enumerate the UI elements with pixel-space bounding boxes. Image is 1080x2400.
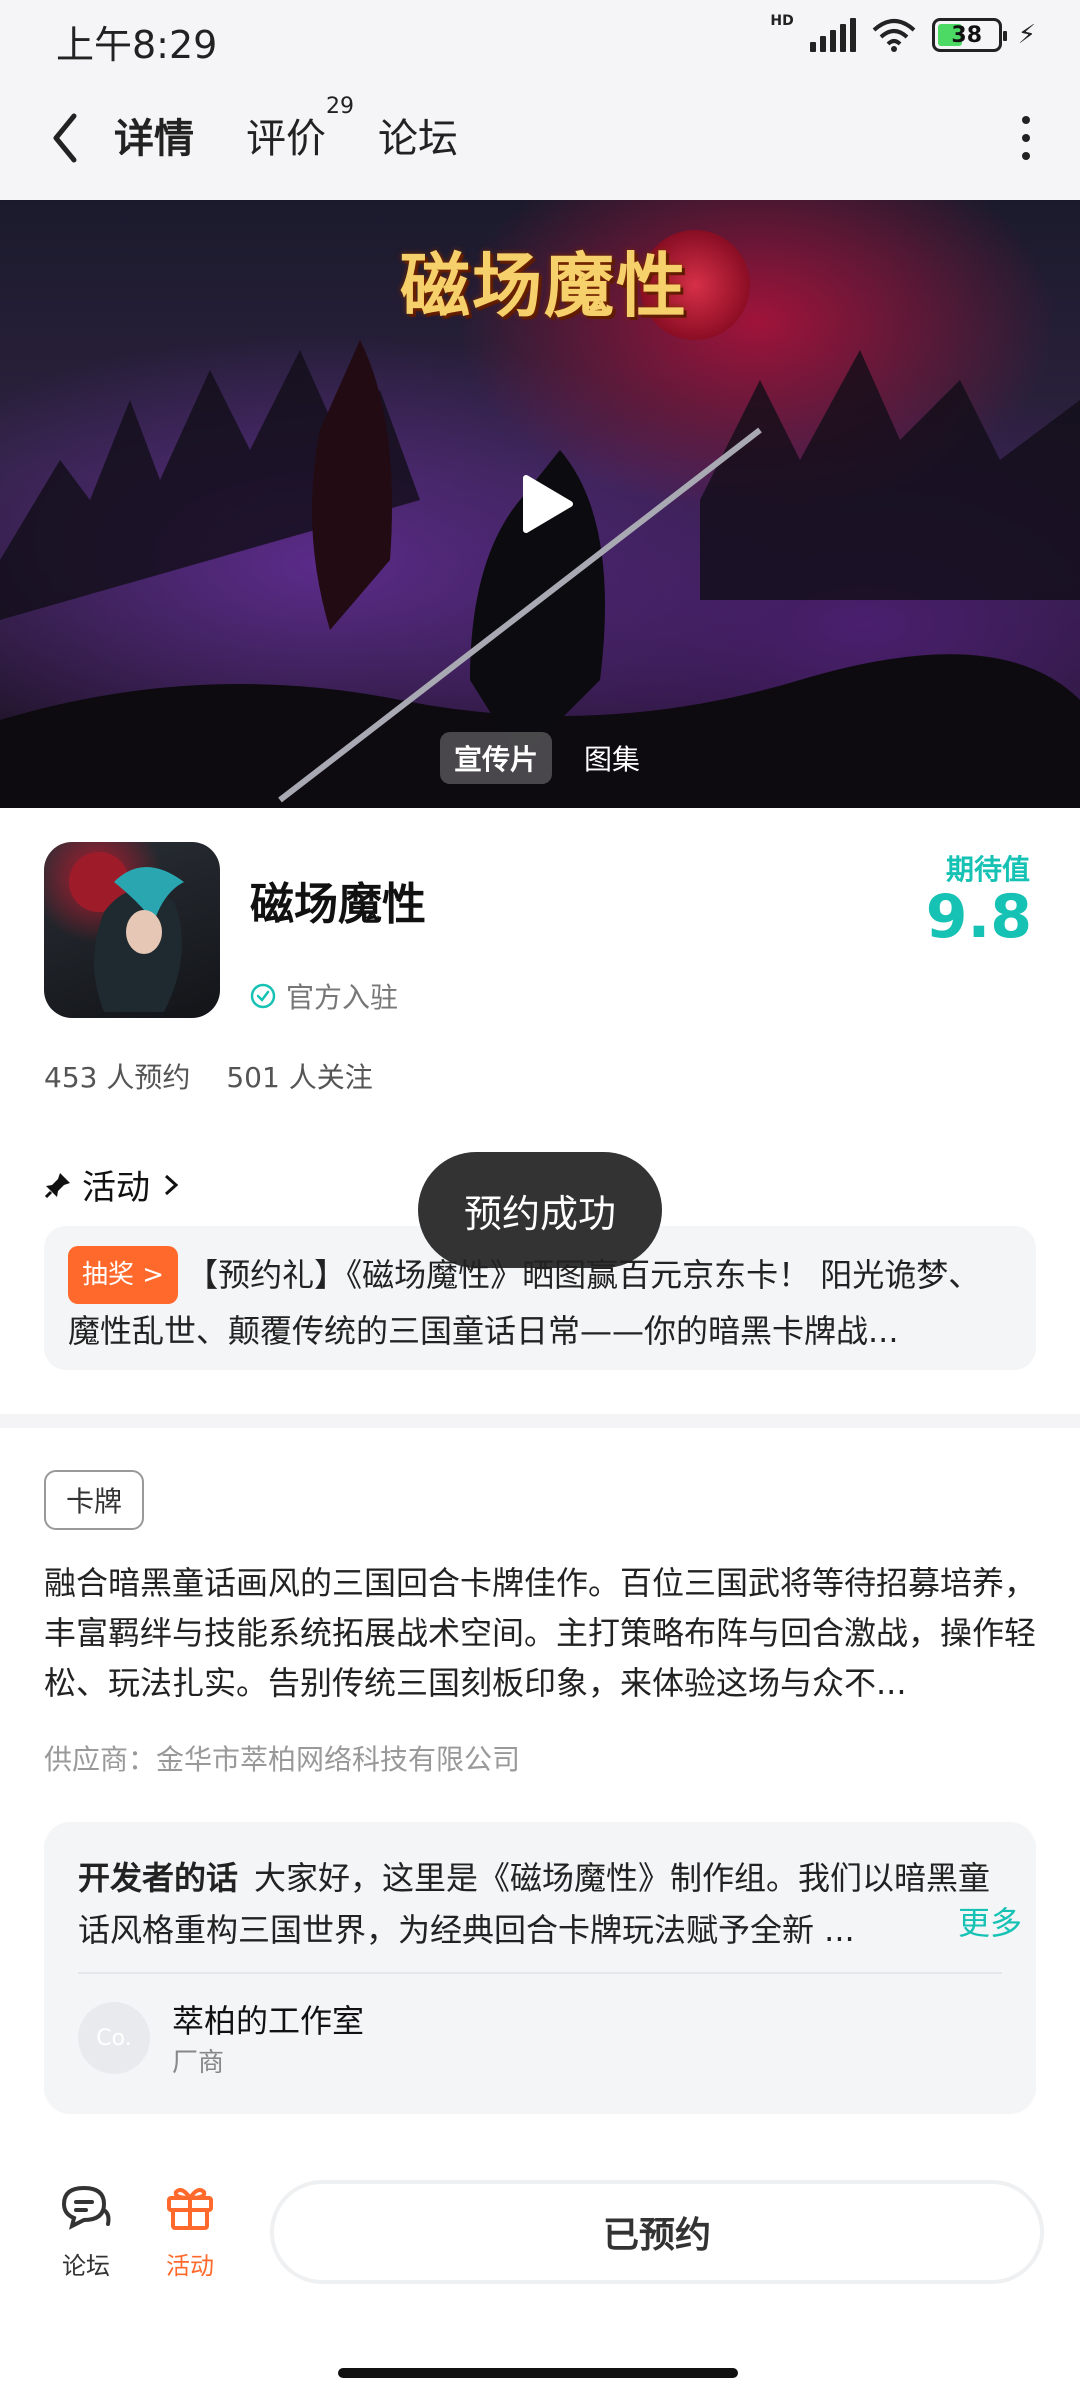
developer-words-label: 开发者的话 — [78, 1859, 239, 1897]
nav-forum[interactable]: 论坛 — [36, 2182, 136, 2281]
tab-details-label: 详情 — [114, 116, 194, 162]
more-link[interactable]: 更多 — [949, 1898, 1022, 1944]
forum-chat-icon — [61, 2185, 111, 2230]
nav-activity-label: 活动 — [166, 2252, 214, 2280]
pin-icon — [44, 1172, 70, 1198]
developer-avatar[interactable]: Co. — [78, 2002, 150, 2074]
app-icon — [44, 842, 220, 1018]
charging-icon: ⚡ — [1017, 20, 1036, 50]
status-icons: HD 38 ⚡ — [770, 13, 1036, 52]
app-icon-art — [69, 852, 184, 1012]
banner-game-title: 磁场魔性 — [400, 244, 688, 327]
battery-level: 38 — [951, 22, 983, 48]
developer-words[interactable]: 开发者的话 大家好，这里是《磁场魔性》制作组。我们以暗黑童话风格重构三国世界，为经… — [78, 1852, 1002, 1956]
signal-icon — [809, 18, 856, 52]
official-badge-label: 官方入驻 — [286, 981, 399, 1014]
follower-count: 501 人关注 — [226, 1061, 373, 1094]
bottom-action-bar: 论坛 活动 已预约 — [0, 2160, 1080, 2320]
wifi-icon — [872, 19, 916, 52]
media-tab-trailer[interactable]: 宣传片 — [440, 732, 553, 784]
status-time: 上午8:29 — [56, 23, 218, 67]
developer-role: 厂商 — [172, 2048, 225, 2078]
tab-reviews[interactable]: 评价 29 — [246, 94, 354, 174]
app-name: 磁场魔性 — [250, 879, 426, 930]
reservation-success-toast: 预约成功 — [418, 1152, 662, 1268]
home-indicator[interactable] — [338, 2368, 738, 2378]
app-stats: 453 人预约 501 人关注 — [44, 1056, 373, 1096]
expectation-score: 9.8 — [925, 882, 1032, 952]
media-switcher: 宣传片 图集 — [440, 732, 654, 784]
section-divider — [0, 1414, 1080, 1428]
promo-video-banner[interactable]: 磁场魔性 宣传片 图集 — [0, 200, 1080, 808]
developer-card: 开发者的话 大家好，这里是《磁场魔性》制作组。我们以暗黑童话风格重构三国世界，为经… — [44, 1822, 1036, 2114]
gift-icon — [167, 2188, 213, 2230]
chevron-right-icon — [164, 1174, 179, 1195]
status-bar: 上午8:29 HD 38 ⚡ — [0, 0, 1080, 78]
tab-bar: 详情 评价 29 论坛 — [112, 94, 458, 174]
activity-section-title: 活动 — [82, 1168, 150, 1208]
nav-forum-label: 论坛 — [62, 2252, 110, 2280]
more-options-icon[interactable] — [1020, 116, 1032, 160]
activity-text: 【预约礼】《磁场魔性》晒图赢百元京东卡！ 阳光诡梦、魔性乱世、颠覆传统的三国童话… — [68, 1256, 981, 1350]
developer-name[interactable]: 萃柏的工作室 — [172, 1996, 364, 2042]
supplier-info: 供应商：金华市萃柏网络科技有限公司 — [44, 1743, 521, 1776]
reserved-button[interactable]: 已预约 — [270, 2180, 1044, 2284]
battery-icon: 38 — [931, 18, 1007, 52]
top-nav: 详情 评价 29 论坛 — [0, 78, 1080, 200]
developer-card-divider — [78, 1972, 1002, 1974]
nav-activity[interactable]: 活动 — [140, 2182, 240, 2281]
lottery-tag: 抽奖 > — [68, 1246, 179, 1304]
tab-details[interactable]: 详情 — [112, 106, 196, 174]
tab-forum[interactable]: 论坛 — [378, 106, 458, 174]
tab-forum-label: 论坛 — [378, 116, 458, 162]
network-type-label: HD — [770, 13, 794, 29]
back-arrow-icon[interactable] — [44, 106, 88, 170]
tab-reviews-label: 评价 — [246, 116, 326, 162]
official-badge: 官方入驻 — [250, 976, 398, 1016]
reservation-count: 453 人预约 — [44, 1061, 191, 1094]
activity-section-header[interactable]: 活动 — [44, 1160, 182, 1209]
media-tab-gallery[interactable]: 图集 — [570, 732, 654, 784]
play-icon[interactable] — [512, 472, 576, 536]
review-count-badge: 29 — [326, 94, 354, 119]
game-description[interactable]: 融合暗黑童话画风的三国回合卡牌佳作。百位三国武将等待招募培养，丰富羁绊与技能系统… — [44, 1558, 1036, 1708]
verified-check-icon — [250, 983, 276, 1009]
genre-tag[interactable]: 卡牌 — [44, 1470, 145, 1530]
